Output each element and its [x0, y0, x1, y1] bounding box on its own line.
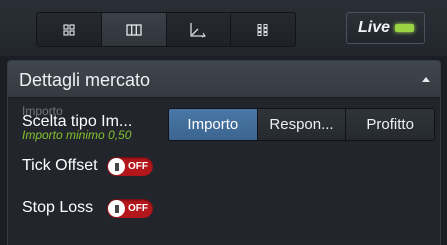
columns-icon: [125, 23, 142, 36]
toggle-knob: [108, 158, 125, 175]
toggle-state-text: OFF: [128, 161, 148, 172]
grid-3x3-icon: [257, 23, 268, 36]
tick-offset-label: Tick Offset: [22, 157, 98, 174]
stop-loss-toggle[interactable]: OFF: [107, 199, 153, 218]
tick-offset-toggle[interactable]: OFF: [107, 157, 153, 176]
view-grid-3x3-button[interactable]: [231, 13, 295, 46]
live-toggle-button[interactable]: Live: [346, 12, 425, 44]
grid-2x2-icon: [63, 23, 75, 36]
panel-title: Dettagli mercato: [19, 70, 151, 90]
amount-type-selector: Importo Respon... Profitto: [168, 108, 435, 141]
view-grid-2x2-button[interactable]: [37, 13, 102, 46]
market-details-panel: Dettagli mercato Importo Scelta tipo Im.…: [7, 60, 441, 245]
toggle-knob: [108, 200, 125, 217]
minimum-amount-hint: Importo minimo 0,50: [22, 128, 132, 142]
view-columns-button[interactable]: [101, 13, 167, 46]
top-toolbar: Live: [0, 0, 447, 56]
option-importo-button[interactable]: Importo: [169, 109, 258, 140]
live-indicator-led: [395, 24, 414, 32]
view-chart-button[interactable]: [166, 13, 232, 46]
stop-loss-label: Stop Loss: [22, 199, 94, 216]
option-responsabilita-button[interactable]: Respon...: [257, 109, 347, 140]
live-label: Live: [358, 19, 391, 36]
grip-icon: [114, 204, 119, 213]
option-profitto-button[interactable]: Profitto: [346, 109, 434, 140]
panel-header[interactable]: Dettagli mercato: [8, 61, 440, 98]
collapse-caret-icon[interactable]: [422, 76, 430, 82]
grip-icon: [114, 162, 119, 171]
chart-axes-icon: [190, 22, 207, 38]
toggle-state-text: OFF: [128, 203, 148, 214]
view-mode-switcher: [36, 12, 296, 47]
